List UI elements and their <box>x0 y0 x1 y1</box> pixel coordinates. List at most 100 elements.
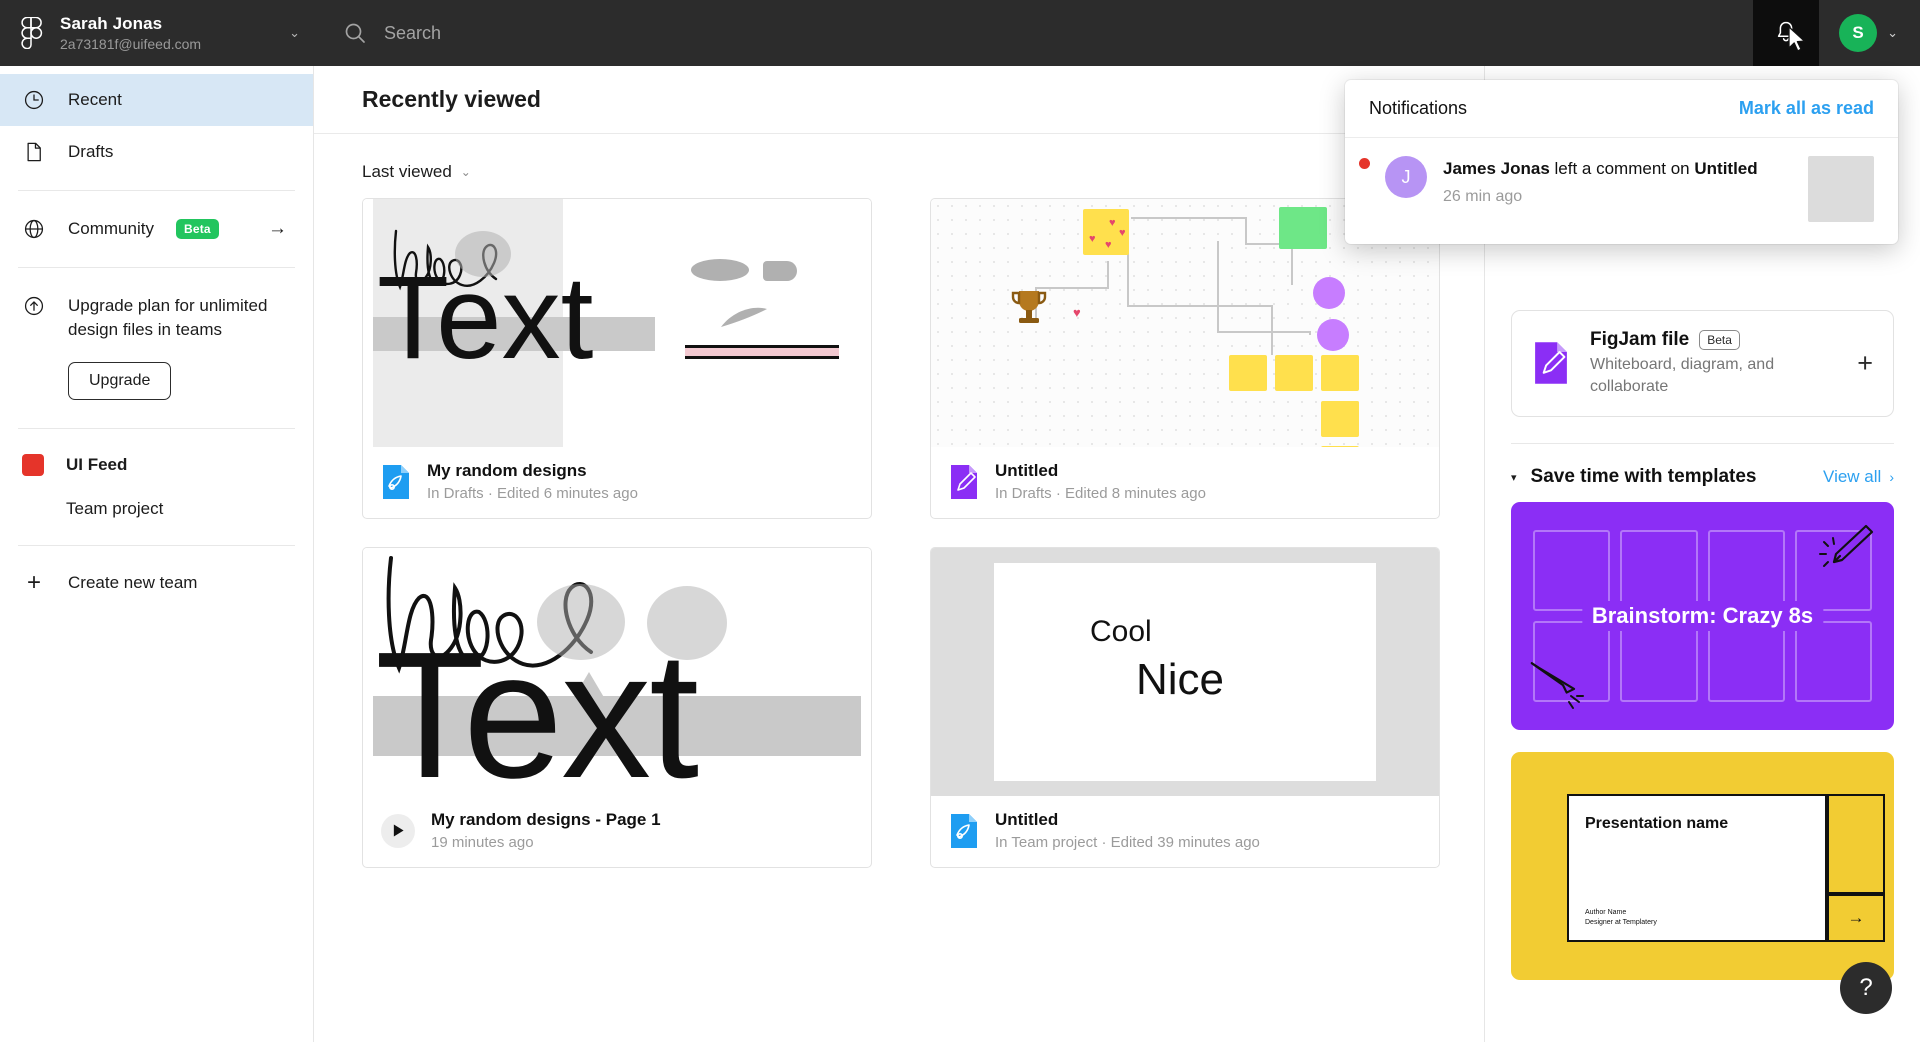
page-icon <box>22 140 46 164</box>
team-color-swatch <box>22 454 44 476</box>
sort-control[interactable]: Last viewed ⌄ <box>314 134 1484 198</box>
help-button[interactable]: ? <box>1840 962 1892 1014</box>
figma-design-file-icon <box>949 813 979 849</box>
search-bar[interactable] <box>344 22 1753 44</box>
create-new-team-button[interactable]: + Create new team <box>0 558 313 608</box>
main-header: Recently viewed <box>314 66 1484 134</box>
search-icon <box>344 22 366 44</box>
notification-time: 26 min ago <box>1443 188 1523 205</box>
account-switcher[interactable]: Sarah Jonas 2a73181f@uifeed.com ⌄ <box>0 0 314 66</box>
notification-actor: James Jonas <box>1443 159 1550 178</box>
file-subtitle: In Drafts · Edited 8 minutes ago <box>995 485 1206 502</box>
main-content: Recently viewed Last viewed ⌄ Text My ra… <box>314 66 1484 1042</box>
file-grid: Text My random designs In Drafts · Edite… <box>314 198 1484 868</box>
play-icon[interactable] <box>381 813 415 848</box>
notification-target: Untitled <box>1694 159 1758 178</box>
pencil-icon <box>1819 524 1874 567</box>
notifications-title: Notifications <box>1369 98 1468 118</box>
sidebar-item-recent[interactable]: Recent <box>0 74 313 126</box>
file-thumbnail: Text <box>363 548 871 796</box>
file-name: Untitled <box>995 461 1059 480</box>
notification-item[interactable]: J James Jonas left a comment on Untitled… <box>1345 138 1898 244</box>
new-figjam-file-card[interactable]: FigJam file Beta Whiteboard, diagram, an… <box>1511 310 1894 417</box>
account-info: Sarah Jonas 2a73181f@uifeed.com <box>60 14 273 53</box>
sidebar-item-community[interactable]: Community Beta → <box>0 203 313 255</box>
top-bar: Sarah Jonas 2a73181f@uifeed.com ⌄ S ⌄ <box>0 0 1920 66</box>
file-card[interactable]: Text My random designs In Drafts · Edite… <box>362 198 872 519</box>
status-badge: Beta <box>1699 330 1740 350</box>
chevron-down-icon[interactable]: ▾ <box>1511 471 1517 484</box>
notifications-header: Notifications Mark all as read <box>1345 80 1898 138</box>
pencil-icon <box>1530 662 1584 709</box>
sidebar-item-label: Recent <box>68 90 122 109</box>
file-meta: Untitled In Drafts · Edited 8 minutes ag… <box>931 447 1439 518</box>
plus-icon: + <box>26 569 41 596</box>
sidebar-divider <box>18 545 295 546</box>
templates-title: Save time with templates <box>1530 466 1757 487</box>
sidebar: Recent Drafts Community Beta → Upgrade p… <box>0 66 314 1042</box>
sidebar-divider <box>18 267 295 268</box>
presentation-slide-art: Presentation name Author Name Designer a… <box>1567 794 1827 942</box>
sidebar-item-drafts[interactable]: Drafts <box>0 126 313 178</box>
file-thumbnail: Text <box>363 199 871 447</box>
plus-icon[interactable]: + <box>1857 348 1873 379</box>
bell-icon <box>1777 21 1795 42</box>
file-meta: My random designs - Page 1 19 minutes ag… <box>363 796 871 867</box>
file-card[interactable]: Cool Nice Untitled In Team project · Edi… <box>930 547 1440 868</box>
figma-design-file-icon <box>381 464 411 500</box>
account-email: 2a73181f@uifeed.com <box>60 35 202 52</box>
file-name: My random designs - Page 1 <box>431 810 661 829</box>
avatar: J <box>1385 156 1427 198</box>
presentation-side-panel <box>1827 794 1885 894</box>
sort-label[interactable]: Last viewed <box>362 162 452 182</box>
team-name: UI Feed <box>66 455 128 474</box>
chevron-down-icon[interactable]: ⌄ <box>1887 25 1898 41</box>
chevron-down-icon[interactable]: ⌄ <box>461 165 471 179</box>
sidebar-item-team-project[interactable]: Team project <box>0 489 313 529</box>
create-new-team-label: Create new team <box>68 573 198 592</box>
avatar[interactable]: S <box>1839 14 1878 52</box>
sidebar-divider <box>18 190 295 191</box>
file-card[interactable]: Text My random designs - Page 1 19 minut… <box>362 547 872 868</box>
file-subtitle: In Drafts · Edited 6 minutes ago <box>427 485 638 502</box>
file-subtitle: 19 minutes ago <box>431 834 534 851</box>
chevron-right-icon[interactable]: › <box>1889 469 1894 485</box>
template-card-crazy8s[interactable]: Brainstorm: Crazy 8s <box>1511 502 1894 730</box>
templates-header: ▾ Save time with templates View all › <box>1511 444 1894 502</box>
template-author: Author Name Designer at Templatery <box>1585 909 1657 926</box>
chevron-down-icon[interactable]: ⌄ <box>289 25 300 41</box>
sidebar-divider <box>18 428 295 429</box>
notifications-popover: Notifications Mark all as read J James J… <box>1345 80 1898 244</box>
mark-all-as-read-button[interactable]: Mark all as read <box>1739 98 1874 119</box>
trophy-emoji-icon <box>1011 291 1047 323</box>
notification-action: left a comment on <box>1549 159 1695 178</box>
clock-icon <box>22 88 46 112</box>
file-meta: Untitled In Team project · Edited 39 min… <box>931 796 1439 867</box>
file-name: My random designs <box>427 461 587 480</box>
arrow-up-circle-icon <box>22 294 46 318</box>
new-card-title: FigJam file <box>1590 329 1690 350</box>
figjam-file-icon <box>949 464 979 500</box>
page-title: Recently viewed <box>362 86 541 112</box>
user-menu[interactable]: S ⌄ <box>1819 14 1920 52</box>
globe-icon <box>22 217 46 241</box>
file-subtitle: In Team project · Edited 39 minutes ago <box>995 834 1260 851</box>
notifications-button[interactable] <box>1753 0 1820 66</box>
file-card[interactable]: ♥ ♥ ♥ ♥ ♥ Untitled In Drafts · Edited 8 … <box>930 198 1440 519</box>
notification-message: James Jonas left a comment on Untitled <box>1443 159 1758 178</box>
arrow-right-icon[interactable]: → <box>268 218 287 240</box>
template-card-presentation[interactable]: Presentation name Author Name Designer a… <box>1511 752 1894 980</box>
figma-logo-icon <box>20 17 44 49</box>
sidebar-item-label: Community <box>68 219 154 238</box>
new-card-subtitle: Whiteboard, diagram, and collaborate <box>1590 356 1775 395</box>
unread-dot-icon <box>1359 158 1370 169</box>
upgrade-promo: Upgrade plan for unlimited design files … <box>0 280 313 348</box>
file-thumbnail: Cool Nice <box>931 548 1439 796</box>
thumbnail-text-cool: Cool <box>1090 615 1152 648</box>
sidebar-item-team[interactable]: UI Feed <box>0 441 313 489</box>
search-input[interactable] <box>384 22 884 44</box>
view-all-templates-link[interactable]: View all <box>1823 467 1881 487</box>
template-label: Brainstorm: Crazy 8s <box>1581 601 1824 631</box>
figjam-file-icon <box>1532 341 1572 387</box>
upgrade-button[interactable]: Upgrade <box>68 362 172 400</box>
